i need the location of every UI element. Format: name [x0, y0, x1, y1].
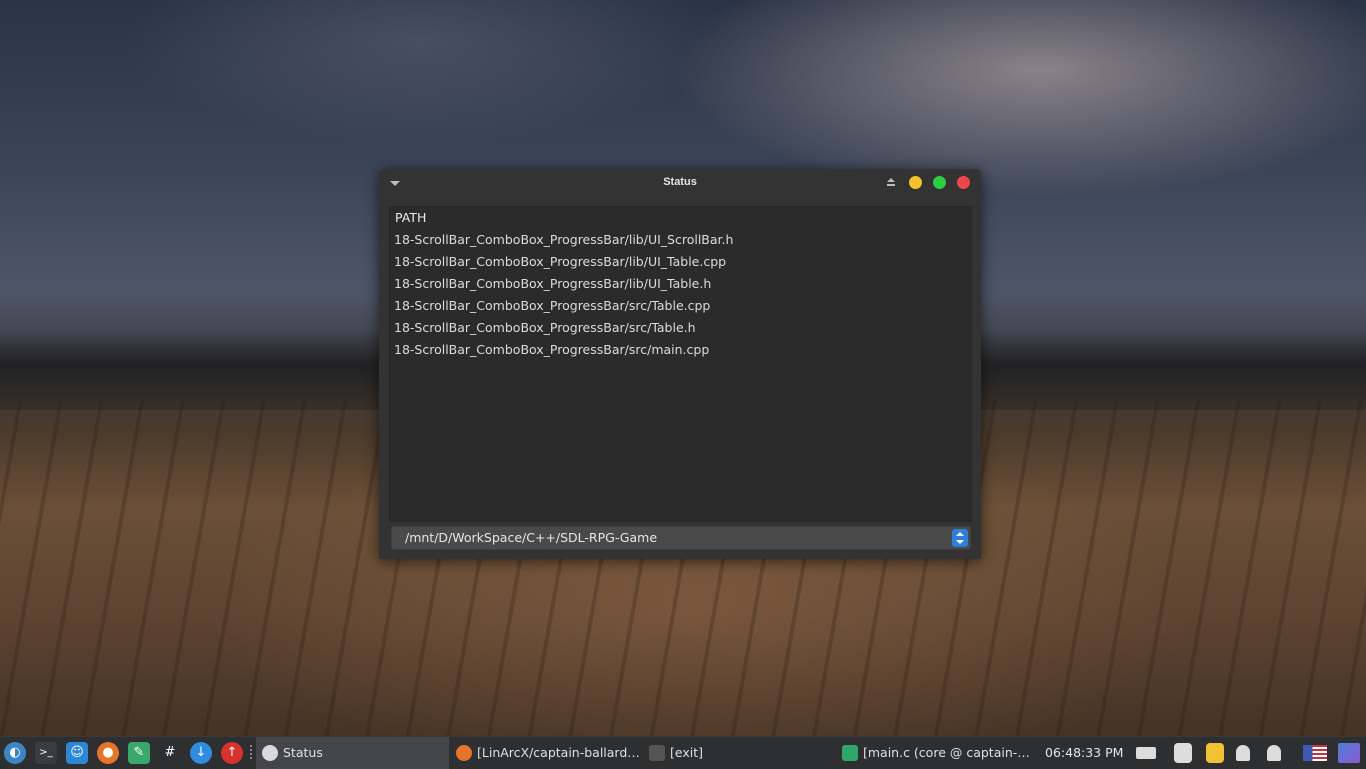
firefox-icon[interactable]: ●: [97, 742, 119, 764]
list-item[interactable]: 18-ScrollBar_ComboBox_ProgressBar/src/ma…: [394, 342, 733, 364]
terminal-icon: [649, 745, 665, 761]
text-editor-icon[interactable]: ✎: [128, 742, 150, 764]
task-label: [exit]: [670, 745, 703, 760]
list-item[interactable]: 18-ScrollBar_ComboBox_ProgressBar/lib/UI…: [394, 232, 733, 254]
directory-combobox-value: /mnt/D/WorkSpace/C++/SDL-RPG-Game: [405, 530, 658, 545]
path-list[interactable]: PATH 18-ScrollBar_ComboBox_ProgressBar/l…: [389, 206, 972, 522]
task-label: Status: [283, 745, 323, 760]
minimize-button[interactable]: [909, 176, 922, 189]
task-editor[interactable]: [main.c (core @ captain-b…: [836, 737, 1036, 769]
list-item[interactable]: 18-ScrollBar_ComboBox_ProgressBar/lib/UI…: [394, 276, 733, 298]
status-window-icon: [262, 745, 278, 761]
task-label: [LinArcX/captain-ballard: …: [477, 745, 642, 760]
task-firefox[interactable]: [LinArcX/captain-ballard: …: [450, 737, 645, 769]
shade-icon[interactable]: [886, 178, 896, 188]
path-rows: 18-ScrollBar_ComboBox_ProgressBar/lib/UI…: [394, 232, 733, 364]
clipboard-icon[interactable]: [1206, 743, 1224, 763]
list-item[interactable]: 18-ScrollBar_ComboBox_ProgressBar/src/Ta…: [394, 320, 733, 342]
desktop-icon[interactable]: [1338, 743, 1360, 763]
task-status[interactable]: Status: [256, 737, 449, 769]
task-terminal[interactable]: [exit]: [643, 737, 833, 769]
list-item[interactable]: 18-ScrollBar_ComboBox_ProgressBar/lib/UI…: [394, 254, 733, 276]
directory-combobox[interactable]: /mnt/D/WorkSpace/C++/SDL-RPG-Game: [391, 526, 971, 550]
editor-icon: [842, 745, 858, 761]
volume-icon[interactable]: [1267, 745, 1281, 761]
us-flag-icon[interactable]: [1303, 745, 1327, 761]
close-button[interactable]: [957, 176, 970, 189]
app-menu-icon[interactable]: ◐: [4, 742, 26, 764]
combobox-arrows-icon[interactable]: [952, 529, 968, 547]
status-window: Status PATH 18-ScrollBar_ComboBox_Progre…: [379, 169, 981, 559]
hashtag-icon[interactable]: #: [159, 742, 181, 764]
taskbar: ◐ >_ ☺ ● ✎ # ↓ ↑ Status [LinArcX/captain-ballar…: [0, 736, 1366, 769]
file-manager-icon[interactable]: ☺: [66, 742, 88, 764]
taskbar-separator: [250, 745, 252, 761]
maximize-button[interactable]: [933, 176, 946, 189]
clock[interactable]: 06:48:33 PM: [1045, 745, 1123, 760]
updates-icon[interactable]: [1174, 743, 1192, 763]
terminal-icon[interactable]: >_: [35, 742, 57, 764]
list-header-path[interactable]: PATH: [395, 210, 426, 226]
bell-icon[interactable]: [1236, 745, 1250, 761]
upload-icon[interactable]: ↑: [221, 742, 243, 764]
download-icon[interactable]: ↓: [190, 742, 212, 764]
list-item[interactable]: 18-ScrollBar_ComboBox_ProgressBar/src/Ta…: [394, 298, 733, 320]
window-titlebar[interactable]: Status: [379, 169, 981, 197]
firefox-icon: [456, 745, 472, 761]
battery-icon[interactable]: [1136, 747, 1156, 759]
task-label: [main.c (core @ captain-b…: [863, 745, 1031, 760]
